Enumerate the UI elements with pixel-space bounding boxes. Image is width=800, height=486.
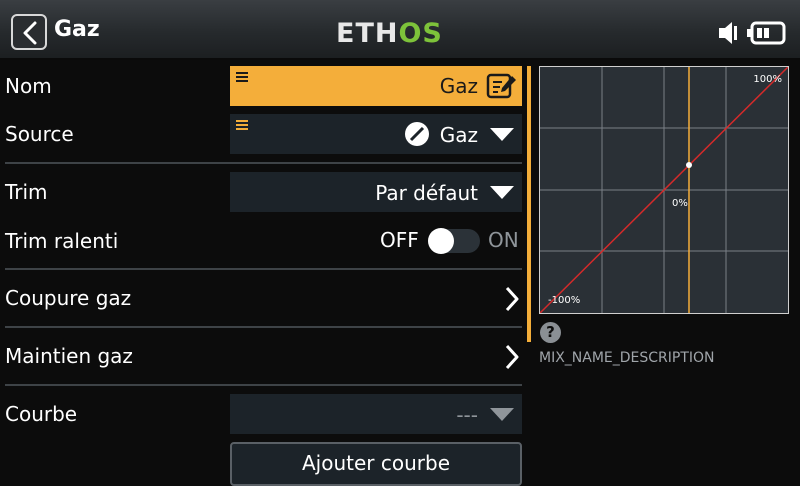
throttle-cut-label: Coupure gaz [5,286,132,310]
toggle-on-label: ON [488,228,519,252]
drag-handle-icon [236,72,248,82]
divider [5,268,522,270]
divider [5,384,522,386]
throttle-hold-label: Maintien gaz [5,344,133,368]
help-icon[interactable]: ? [540,322,561,343]
curve-graph: 100% 0% -100% [540,67,788,313]
caret-down-icon [490,128,514,141]
chevron-right-icon [505,286,519,312]
back-arrow-icon [23,21,37,45]
trim-value: Par défaut [375,181,478,205]
edit-icon [486,73,516,99]
toggle-off-label: OFF [380,228,419,252]
trim-dropdown[interactable]: Par défaut [230,172,522,212]
curve-label: Courbe [5,402,78,426]
description-text: MIX_NAME_DESCRIPTION [539,350,715,366]
name-field[interactable]: Gaz [230,66,522,106]
caret-down-icon [490,186,514,199]
trim-idle-label: Trim ralenti [5,229,119,253]
label-min: -100% [548,295,580,306]
curve-dropdown[interactable]: --- [230,394,522,434]
speaker-icon [719,22,737,44]
ethos-logo: ETHOS [336,18,443,49]
back-button[interactable] [11,14,47,50]
curve-value: --- [456,403,478,427]
toggle-knob [428,228,454,254]
chevron-right-icon [505,344,519,370]
trim-idle-toggle[interactable]: OFF ON [380,228,522,254]
label-max: 100% [753,74,782,85]
divider [5,326,522,328]
trim-label: Trim [5,180,48,204]
caret-down-icon [490,408,514,421]
drag-handle-icon [236,120,248,130]
header-bar: Gaz ETHOS [0,0,800,60]
throttle-cut-row[interactable]: Coupure gaz [0,272,526,324]
label-mid: 0% [672,198,688,209]
throttle-hold-row[interactable]: Maintien gaz [0,330,526,382]
curve-preview: 100% 0% -100% [539,66,789,314]
name-value: Gaz [439,74,478,98]
source-dropdown[interactable]: Gaz [230,114,522,154]
source-value: Gaz [439,123,478,147]
curve-point [686,162,692,168]
divider [5,162,522,164]
name-label: Nom [5,74,52,98]
add-curve-button[interactable]: Ajouter courbe [230,442,522,486]
battery-icon [747,21,786,45]
page-title: Gaz [54,17,100,42]
source-slash-icon [405,122,429,146]
scrollbar[interactable] [527,66,531,342]
source-label: Source [5,122,74,146]
